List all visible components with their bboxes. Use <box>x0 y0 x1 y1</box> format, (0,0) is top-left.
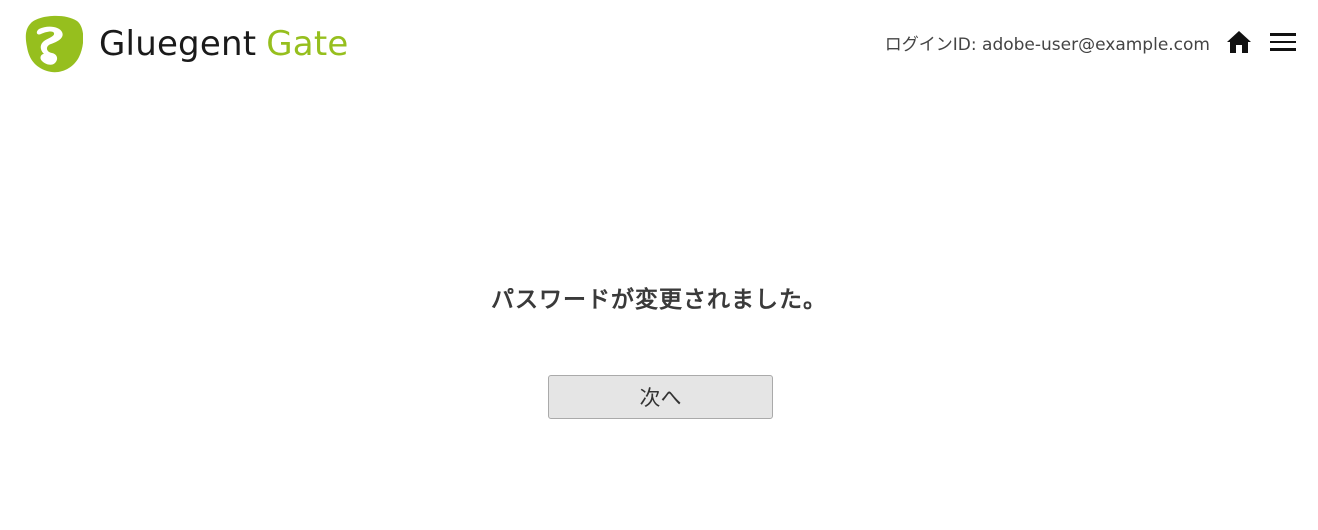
hamburger-menu-icon-bar <box>1270 48 1296 51</box>
gluegent-logo-icon <box>25 16 83 73</box>
header: Gluegent Gate ログインID: adobe-user@example… <box>0 0 1318 84</box>
home-icon <box>1227 31 1251 53</box>
hamburger-menu-icon-bar <box>1270 33 1296 36</box>
logo-link[interactable]: Gluegent Gate <box>25 14 348 74</box>
home-button[interactable] <box>1226 29 1252 55</box>
next-button[interactable]: 次へ <box>548 375 773 419</box>
header-right: ログインID: adobe-user@example.com <box>885 26 1298 58</box>
logo-text: Gluegent Gate <box>99 27 348 61</box>
page: Gluegent Gate ログインID: adobe-user@example… <box>0 0 1318 530</box>
logo-word-gluegent: Gluegent <box>99 24 257 64</box>
hamburger-menu-button[interactable] <box>1270 29 1298 55</box>
login-id-label: ログインID: adobe-user@example.com <box>884 34 1210 55</box>
logo-word-gate: Gate <box>266 24 349 64</box>
password-changed-message: パスワードが変更されました。 <box>491 287 827 313</box>
hamburger-menu-icon-bar <box>1270 40 1296 44</box>
